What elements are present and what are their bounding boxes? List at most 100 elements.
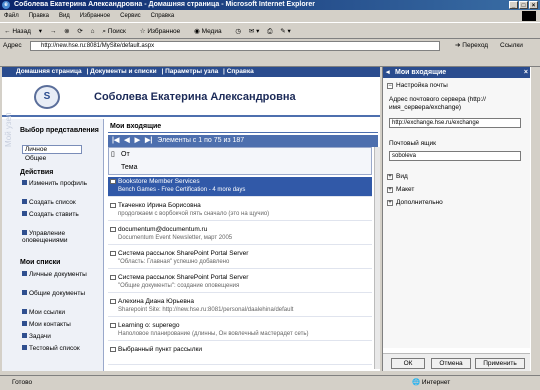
menu-tools[interactable]: Сервис [120,13,141,19]
next-page-icon[interactable]: ▶ [135,137,140,144]
edit-icon[interactable]: ✎ ▾ [280,28,291,35]
message-subject: "Общие документы": создание оповещения [118,283,240,289]
message-from: Ткаченко Ирина Борисовна [118,202,201,209]
mail-icon[interactable]: ✉ ▾ [249,28,260,35]
cancel-button[interactable]: Отмена [431,358,471,369]
tool-pane: ◂ Мои входящие × − Настройка почты Адрес … [382,67,531,371]
message-row[interactable]: Bookstore Member Services Bench Games - F… [108,177,372,197]
action-create-list[interactable]: Создать список [22,199,76,206]
section-view[interactable]: + Вид [387,173,408,180]
message-from: Система рассылок SharePoint Portal Serve… [118,274,249,281]
menu-view[interactable]: Вид [59,13,70,19]
windows-logo-icon [522,11,536,21]
media-button[interactable]: ◉ Медиа [194,28,227,35]
back-button[interactable]: ← Назад ▾ [4,28,42,35]
message-from: Система рассылок SharePoint Portal Serve… [118,250,249,257]
view-personal-link[interactable]: Личное [22,145,82,154]
message-subject: Documentum Event Newsletter, март 2005 [118,235,233,241]
list-tasks[interactable]: Задачи [22,333,51,340]
section-layout[interactable]: + Макет [387,186,414,193]
view-shared-link[interactable]: Общее [22,155,46,162]
page-content: Домашняя страница | Документы и списки |… [2,67,380,371]
stop-icon[interactable]: ⊗ [64,28,69,35]
action-manage-alerts[interactable]: Управление оповещениями [22,230,103,244]
nav-settings-link[interactable]: Параметры узла [165,68,218,75]
message-subject: Bench Games - Free Certification - 4 mor… [118,187,246,193]
action-create-page[interactable]: Создать ставить [22,211,79,218]
go-button[interactable]: ➔ Переход [455,39,488,53]
message-from: Выбранный пункт рассылки [118,346,202,353]
message-subject: Sharepoint Site: http://new.hse.ru:8081/… [118,307,294,313]
list-test[interactable]: Тестовый список [22,345,80,352]
last-page-icon[interactable]: ▶| [145,137,152,144]
message-row[interactable]: documentum@documentum.ru Documentum Event… [108,225,372,245]
envelope-icon [110,347,116,352]
server-input[interactable]: http://exchange.hse.ru/exchange [389,118,521,128]
envelope-icon [110,299,116,304]
nav-home-link[interactable]: Домашняя страница [16,68,82,75]
message-row[interactable]: Система рассылок SharePoint Portal Serve… [108,273,372,293]
pane-menu-icon[interactable]: ◂ [386,67,390,78]
window-scrollbar[interactable] [530,67,540,371]
favorites-button[interactable]: ☆ Избранное [140,28,187,35]
home-icon[interactable]: ⌂ [91,28,95,35]
refresh-icon[interactable]: ⟳ [77,28,82,35]
message-from: Bookstore Member Services [118,178,200,185]
toolbar-band [0,53,540,67]
links-button[interactable]: Ссылки [500,39,523,53]
column-from[interactable]: От [121,151,130,158]
minimize-icon[interactable]: _ [509,1,518,9]
menu-help[interactable]: Справка [151,13,175,19]
list-my-links[interactable]: Мои ссылки [22,309,65,316]
main-scrollbar[interactable] [374,147,380,369]
bullet-icon [22,321,27,326]
column-subject[interactable]: Тема [121,164,137,171]
nav-documents-link[interactable]: Документы и списки [90,68,157,75]
action-edit-profile[interactable]: Изменить профиль [22,180,87,187]
message-subject: Наполовое планирование (длинны, Он вовле… [118,331,309,337]
inbox-webpart: Мои входящие |◀ ◀ ▶ ▶| Элементы с 1 по 7… [108,121,380,371]
message-row[interactable]: Алехина Диана Юрьевна Sharepoint Site: ht… [108,297,372,317]
list-shared-docs[interactable]: Общие документы [22,290,85,297]
message-from: Алехина Диана Юрьевна [118,298,194,305]
envelope-icon [110,275,116,280]
menu-favorites[interactable]: Избранное [80,13,110,19]
forward-button[interactable]: → [50,28,57,35]
menu-edit[interactable]: Правка [29,13,49,19]
tool-pane-title: ◂ Мои входящие × [383,67,531,78]
bullet-icon [22,180,27,185]
address-input[interactable]: http://new.hse.ru:8081/MySite/default.as… [30,41,440,51]
message-row[interactable]: Ткаченко Ирина Борисовна продолжаем с вор… [108,201,372,221]
close-icon[interactable]: × [524,67,528,78]
collapse-icon: − [387,83,393,89]
prev-page-icon[interactable]: ◀ [124,137,129,144]
list-my-contacts[interactable]: Мои контакты [22,321,71,328]
column-header: ▯ От Тема [108,147,372,175]
address-bar: Адрес http://new.hse.ru:8081/MySite/defa… [0,39,540,53]
first-page-icon[interactable]: |◀ [112,137,119,144]
section-advanced[interactable]: + Дополнительно [387,199,443,206]
bullet-icon [22,333,27,338]
maximize-icon[interactable]: □ [519,1,528,9]
pager-bar: |◀ ◀ ▶ ▶| Элементы с 1 по 75 из 187 [108,135,378,147]
expand-icon: + [387,187,393,193]
section-mail-settings[interactable]: − Настройка почты [387,82,448,89]
mailbox-input[interactable]: soboleva [389,151,521,161]
history-icon[interactable]: ◷ [235,28,241,35]
site-top-nav: Домашняя страница | Документы и списки |… [2,67,380,77]
bullet-icon [22,290,27,295]
envelope-icon [110,203,116,208]
close-icon[interactable]: × [529,1,538,9]
menu-file[interactable]: Файл [4,13,19,19]
message-row[interactable]: Выбранный пункт рассылки [108,345,372,365]
print-icon[interactable]: ⎙ [267,28,272,35]
nav-help-link[interactable]: Справка [227,68,254,75]
list-personal-docs[interactable]: Личные документы [22,271,87,278]
menu-bar: Файл Правка Вид Избранное Сервис Справка [0,10,540,22]
ok-button[interactable]: ОК [391,358,425,369]
search-button[interactable]: ⌕ Поиск [102,28,131,35]
apply-button[interactable]: Применить [475,358,525,369]
message-row[interactable]: Learning о: superego Наполовое планирован… [108,321,372,341]
message-row[interactable]: Система рассылок SharePoint Portal Serve… [108,249,372,269]
doc-icon: ▯ [111,151,115,158]
